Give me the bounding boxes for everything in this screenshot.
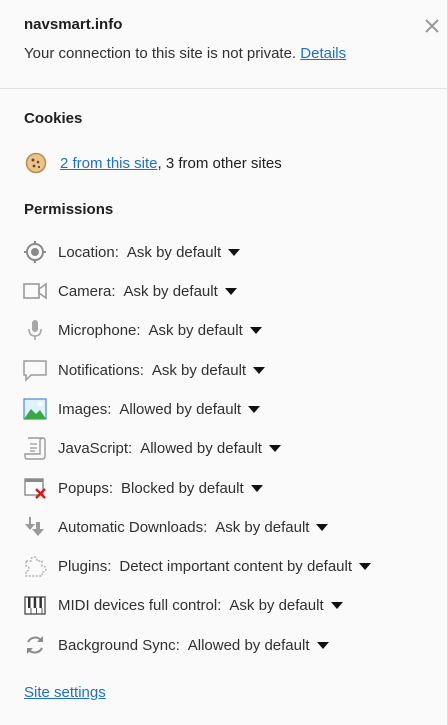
javascript-setting-dropdown[interactable]: Allowed by default: [140, 440, 281, 457]
location-setting-dropdown[interactable]: Ask by default: [126, 243, 241, 261]
permission-value: Ask by default: [126, 243, 222, 261]
downloads-icon: [25, 517, 44, 536]
images-setting-dropdown[interactable]: Allowed by default: [119, 400, 261, 418]
permission-label: Background Sync:: [58, 636, 180, 654]
permission-row-popups: Popups: Blocked by default: [22, 474, 263, 502]
cookies-row: 2 from this site , 3 from other sites: [24, 150, 282, 176]
images-icon: [23, 398, 47, 420]
divider: [0, 88, 448, 89]
permission-row-plugins: Plugins: Detect important content by def…: [22, 552, 372, 580]
permission-value: Ask by default: [215, 518, 310, 536]
connection-status: Your connection to this site is not priv…: [24, 45, 346, 62]
microphone-icon: [28, 320, 42, 340]
permission-value: Detect important content by default: [119, 557, 353, 575]
cookies-title: Cookies: [24, 110, 83, 127]
sync-icon: [27, 636, 43, 654]
popup-header: navsmart.info Your connection to this si…: [0, 0, 448, 88]
popups-setting-dropdown[interactable]: Blocked by default: [121, 480, 263, 497]
close-icon[interactable]: [421, 15, 443, 37]
connection-text: Your connection to this site is not priv…: [24, 45, 297, 62]
cookies-other-sites: , 3 from other sites: [157, 154, 282, 172]
site-domain: navsmart.info: [24, 16, 123, 33]
cookies-this-site-link[interactable]: 2 from this site: [60, 155, 158, 172]
dropdown-caret-icon: [316, 642, 329, 649]
popups-blocked-icon: [24, 478, 46, 499]
site-info-popup: navsmart.info Your connection to this si…: [0, 0, 448, 725]
camera-icon: [23, 282, 47, 300]
dropdown-caret-icon: [316, 524, 329, 531]
javascript-icon: [24, 437, 46, 460]
background-sync-setting-dropdown[interactable]: Allowed by default: [188, 637, 329, 654]
permission-row-javascript: JavaScript: Allowed by default: [22, 434, 281, 462]
permission-label: Popups:: [58, 479, 114, 497]
dropdown-caret-icon: [228, 249, 241, 256]
permission-label: Microphone:: [58, 321, 141, 339]
notifications-icon: [23, 360, 47, 382]
permission-value: Ask by default: [151, 361, 247, 379]
permission-row-camera: Camera: Ask by default: [22, 277, 237, 305]
permission-label: Notifications:: [58, 361, 144, 379]
permission-row-notifications: Notifications: Ask by default: [22, 356, 266, 384]
midi-icon: [24, 596, 46, 615]
permission-row-microphone: Microphone: Ask by default: [22, 316, 262, 344]
permission-row-images: Images: Allowed by default: [22, 395, 261, 423]
dropdown-caret-icon: [253, 367, 266, 374]
midi-setting-dropdown[interactable]: Ask by default: [229, 596, 343, 614]
permission-label: Camera:: [58, 282, 116, 300]
permission-value: Allowed by default: [119, 400, 242, 418]
plugins-setting-dropdown[interactable]: Detect important content by default: [119, 557, 372, 575]
permission-row-midi: MIDI devices full control: Ask by defaul…: [22, 591, 343, 619]
dropdown-caret-icon: [359, 563, 372, 570]
permission-label: Location:: [58, 243, 119, 261]
plugin-icon: [25, 556, 47, 577]
permission-row-background-sync: Background Sync: Allowed by default: [22, 631, 329, 659]
microphone-setting-dropdown[interactable]: Ask by default: [149, 322, 262, 339]
dropdown-caret-icon: [249, 327, 262, 334]
permission-label: Images:: [58, 400, 112, 418]
permission-value: Allowed by default: [187, 636, 310, 654]
permission-row-location: Location: Ask by default: [22, 238, 241, 266]
permission-row-automatic-downloads: Automatic Downloads: Ask by default: [22, 513, 329, 541]
dropdown-caret-icon: [268, 445, 281, 452]
permission-value: Allowed by default: [140, 439, 262, 457]
permission-value: Ask by default: [148, 321, 243, 339]
permission-label: Plugins:: [58, 557, 112, 575]
notifications-setting-dropdown[interactable]: Ask by default: [151, 361, 266, 379]
camera-setting-dropdown[interactable]: Ask by default: [124, 283, 237, 300]
cookie-icon: [25, 152, 47, 174]
location-icon: [24, 241, 46, 263]
permission-value: Ask by default: [229, 596, 324, 614]
permission-label: JavaScript:: [58, 439, 133, 457]
dropdown-caret-icon: [248, 406, 261, 413]
permission-label: Automatic Downloads:: [58, 518, 208, 536]
dropdown-caret-icon: [330, 602, 343, 609]
dropdown-caret-icon: [224, 288, 237, 295]
dropdown-caret-icon: [250, 485, 263, 492]
permission-value: Blocked by default: [121, 479, 244, 497]
permission-label: MIDI devices full control:: [58, 596, 222, 614]
automatic-downloads-setting-dropdown[interactable]: Ask by default: [215, 518, 329, 536]
site-settings-link[interactable]: Site settings: [24, 684, 106, 701]
permissions-title: Permissions: [24, 201, 114, 218]
details-link[interactable]: Details: [300, 45, 346, 62]
permission-value: Ask by default: [123, 282, 218, 300]
